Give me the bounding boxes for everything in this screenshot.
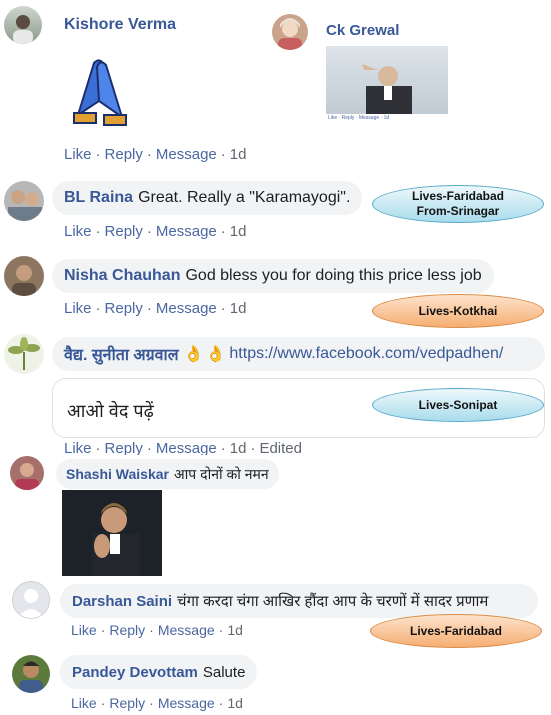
avatar[interactable] [12,581,50,619]
reply-link[interactable]: Reply [109,622,145,638]
reply-link[interactable]: Reply [105,300,143,317]
message-link[interactable]: Message [156,223,217,240]
clapping-gif[interactable] [62,490,162,576]
comment-text: आप दोनों को नमन [173,465,269,482]
message-link[interactable]: Message [158,695,215,711]
message-link[interactable]: Message [156,300,217,317]
location-tag: Lives-Kotkhai [372,294,544,328]
reply-link[interactable]: Reply [105,440,143,455]
comment-bubble: Pandey Devottam Salute [60,655,258,689]
comment-actions: Like · Reply · Message · 1d [64,223,247,240]
comment-bubble: Shashi Waiskar आप दोनों को नमन [56,459,279,489]
like-link[interactable]: Like [64,223,92,240]
person-photo-icon [12,265,36,296]
like-link[interactable]: Like [64,300,92,317]
comment-bubble: Darshan Saini चंगा करदा चंगा आखिर हौंदा आ… [60,584,538,618]
message-link[interactable]: Message [156,146,217,163]
comment-actions: Like · Reply · Message · 1d [64,146,247,163]
commenter-name[interactable]: Pandey Devottam [72,664,198,681]
avatar[interactable] [4,181,44,221]
plant-icon [8,337,40,370]
avatar[interactable] [4,6,42,44]
timestamp[interactable]: 1d [227,622,243,638]
saluting-man-image [362,64,412,114]
like-link[interactable]: Like [64,440,92,455]
avatar[interactable] [4,256,44,296]
commenter-name[interactable]: Kishore Verma [64,16,176,34]
edited-label[interactable]: Edited [259,440,302,455]
ok-hand-emoji: 👌 [183,346,204,363]
person-photo-icon [19,661,43,693]
timestamp[interactable]: 1d [230,300,247,317]
like-link[interactable]: Like [71,695,97,711]
message-link[interactable]: Message [158,622,215,638]
timestamp[interactable]: 1d [230,223,247,240]
commenter-name[interactable]: Darshan Saini [72,593,172,610]
location-tag: Lives-Faridabad [370,614,542,648]
comment-link[interactable]: https://www.facebook.com/vedpadhen/ [229,345,503,363]
timestamp[interactable]: 1d [230,146,247,163]
embedded-commenter-name[interactable]: Ck Grewal [326,22,399,39]
comment-actions: Like · Reply · Message · 1d · Edited [64,440,302,455]
like-link[interactable]: Like [64,146,92,163]
reply-link[interactable]: Reply [109,695,145,711]
comment-bubble: BL Raina Great. Really a "Karamayogi". [52,181,363,215]
comment-bubble: Nisha Chauhan God bless you for doing thi… [52,259,494,293]
timestamp[interactable]: 1d [230,440,247,455]
comment-text: God bless you for doing this price less … [185,267,482,284]
reply-link[interactable]: Reply [105,223,143,240]
embedded-video-thumbnail[interactable] [326,46,448,114]
person-photo-icon [15,463,39,490]
default-avatar-icon [18,589,44,618]
praying-hands-sticker [64,55,136,131]
commenter-name[interactable]: BL Raina [64,189,133,207]
clapping-man-image [62,490,162,576]
timestamp[interactable]: 1d [227,695,243,711]
avatar[interactable] [272,14,308,50]
comment-bubble: वैद्य. सुनीता अग्रवाल 👌 👌 https://www.fa… [52,337,545,371]
comment-actions: Like · Reply · Message · 1d [71,622,243,638]
reply-link[interactable]: Reply [105,146,143,163]
comment-actions: Like · Reply · Message · 1d [64,300,247,317]
commenter-name[interactable]: Shashi Waiskar [66,466,169,482]
commenter-name[interactable]: Nisha Chauhan [64,267,180,285]
person-photo-icon [8,190,42,221]
location-tag: Lives-Sonipat [372,388,544,422]
avatar[interactable] [12,655,50,693]
link-preview-title: आओ वेद पढ़ें [67,401,154,421]
comment-actions: Like · Reply · Message · 1d [71,695,243,711]
comment-text: Salute [202,663,246,681]
message-link[interactable]: Message [156,440,217,455]
avatar[interactable] [4,334,44,374]
comment-text: चंगा करदा चंगा आखिर हौंदा आप के चरणों मे… [177,593,489,610]
avatar[interactable] [10,456,44,490]
comment-text: Great. Really a "Karamayogi". [138,189,351,206]
location-tag: Lives-Faridabad From-Srinagar [372,185,544,223]
commenter-name[interactable]: वैद्य. सुनीता अग्रवाल [64,343,179,365]
person-photo-icon [278,18,302,50]
embedded-action-caption: Like · Reply · Message · 1d [328,115,390,121]
ok-hand-emoji: 👌 [205,346,226,363]
like-link[interactable]: Like [71,622,97,638]
person-photo-icon [13,15,33,44]
